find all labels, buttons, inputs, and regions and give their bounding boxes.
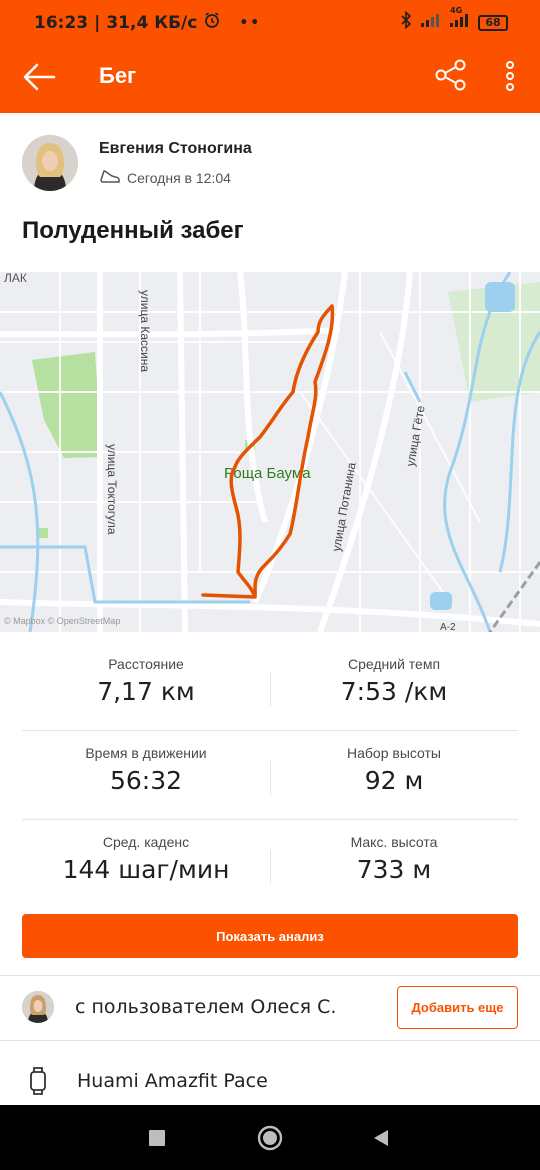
back-arrow-icon[interactable] xyxy=(22,60,56,94)
signal-icon xyxy=(420,12,440,33)
stat-distance: Расстояние 7,17 км xyxy=(97,656,195,706)
activity-date: Сегодня в 12:04 xyxy=(127,169,231,186)
app-bar: Бег xyxy=(0,40,540,113)
stat-cadence: Сред. каденс 144 шаг/мин xyxy=(62,834,230,884)
back-icon[interactable] xyxy=(372,1129,390,1152)
recent-apps-icon[interactable] xyxy=(149,1130,165,1151)
status-time: 16:23 xyxy=(34,12,89,33)
route-map[interactable]: ЛАК улица Кассина улица Токтогула Роща Б… xyxy=(0,272,540,632)
stat-max-elevation: Макс. высота 733 м xyxy=(350,834,438,884)
map-label-top-left: ЛАК xyxy=(4,272,27,285)
stats-row: Расстояние 7,17 км Средний темп 7:53 /км xyxy=(22,642,518,731)
with-athlete-row[interactable]: с пользователем Олеся С. Добавить еще xyxy=(0,976,540,1040)
show-analysis-button[interactable]: Показать анализ xyxy=(22,914,518,958)
page-title: Бег xyxy=(99,63,137,88)
map-label-street-kassina: улица Кассина xyxy=(138,290,152,372)
activity-title: Полуденный забег xyxy=(22,217,244,244)
more-options-icon[interactable] xyxy=(500,58,520,94)
stats-row: Время в движении 56:32 Набор высоты 92 м xyxy=(22,731,518,820)
activity-meta: Сегодня в 12:04 xyxy=(99,168,231,187)
watch-icon xyxy=(28,1066,48,1096)
share-icon[interactable] xyxy=(433,57,469,93)
home-icon[interactable] xyxy=(257,1125,283,1156)
stats-row: Сред. каденс 144 шаг/мин Макс. высота 73… xyxy=(22,820,518,908)
alarm-icon xyxy=(203,11,221,34)
stat-avg-pace: Средний темп 7:53 /км xyxy=(340,656,448,706)
stats-grid: Расстояние 7,17 км Средний темп 7:53 /км… xyxy=(22,642,518,908)
device-name: Huami Amazfit Pace xyxy=(77,1070,268,1092)
map-label-park: Роща Баума xyxy=(224,465,311,482)
map-label-street-toktogula: улица Токтогула xyxy=(105,444,119,535)
stat-elevation-gain: Набор высоты 92 м xyxy=(347,745,441,795)
status-speed: 31,4 КБ/с xyxy=(106,12,198,33)
run-shoe-icon xyxy=(99,168,121,187)
athlete-name[interactable]: Евгения Стоногина xyxy=(99,140,252,158)
status-bar: 16:23 | 31,4 КБ/с •• 4G 68 xyxy=(0,0,540,40)
system-nav-bar xyxy=(0,1105,540,1170)
with-athlete-text: с пользователем Олеся С. xyxy=(75,996,337,1018)
stat-moving-time: Время в движении 56:32 xyxy=(85,745,207,795)
map-copyright: © Mapbox © OpenStreetMap xyxy=(4,616,120,626)
signal-4g-icon: 4G xyxy=(448,6,470,33)
companion-avatar[interactable] xyxy=(22,991,54,1023)
device-row: Huami Amazfit Pace xyxy=(0,1041,540,1105)
battery-icon: 68 xyxy=(478,14,508,31)
notification-dots: •• xyxy=(239,14,262,31)
athlete-avatar[interactable] xyxy=(22,135,78,191)
bluetooth-icon xyxy=(400,10,412,34)
add-more-button[interactable]: Добавить еще xyxy=(397,986,518,1029)
map-label-highway: А-2 xyxy=(440,622,456,632)
